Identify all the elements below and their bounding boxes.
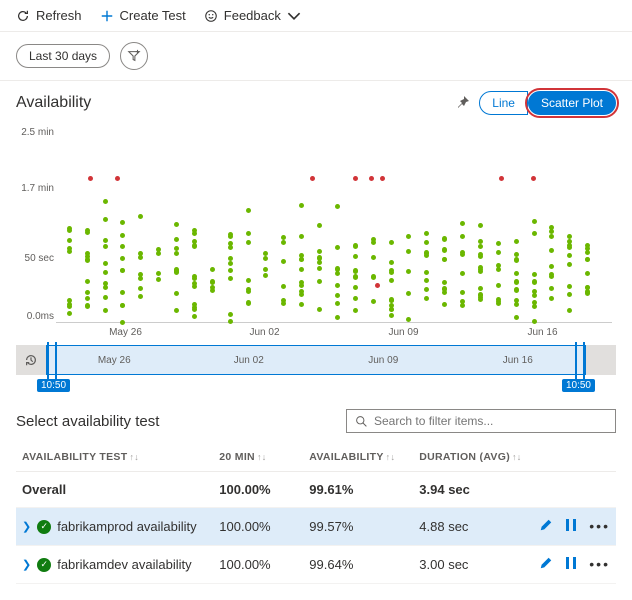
table-row[interactable]: ❯✓fabrikamprod availability100.00%99.57%… <box>16 508 616 546</box>
refresh-label: Refresh <box>36 8 82 23</box>
feedback-button[interactable]: Feedback <box>204 8 301 23</box>
filter-bar: Last 30 days <box>0 32 632 81</box>
availability-chart[interactable]: 2.5 min 1.7 min 50 sec 0.0ms <box>56 123 612 323</box>
more-button[interactable]: ••• <box>589 556 610 573</box>
tests-header: Select availability test <box>16 413 159 430</box>
status-ok-icon: ✓ <box>37 558 51 572</box>
brush-reset-button[interactable] <box>16 345 46 375</box>
create-test-button[interactable]: Create Test <box>100 8 186 23</box>
pause-icon <box>565 556 577 570</box>
y-tick: 1.7 min <box>16 183 54 194</box>
more-button[interactable]: ••• <box>589 518 610 535</box>
top-toolbar: Refresh Create Test Feedback <box>0 0 632 32</box>
y-tick: 2.5 min <box>16 127 54 138</box>
pin-button[interactable] <box>455 94 471 113</box>
smiley-icon <box>204 9 218 23</box>
expand-row-icon[interactable]: ❯ <box>22 558 31 571</box>
y-tick: 0.0ms <box>16 311 54 322</box>
col-avail: Availability↑↓ <box>303 443 413 472</box>
edit-button[interactable] <box>539 556 553 573</box>
history-icon <box>24 353 38 367</box>
search-box[interactable] <box>346 409 616 433</box>
table-row[interactable]: Overall100.00%99.61%3.94 sec <box>16 472 616 508</box>
filter-plus-icon <box>127 49 141 63</box>
brush-tick: Jun 16 <box>451 355 586 366</box>
refresh-button[interactable]: Refresh <box>16 8 82 23</box>
plus-icon <box>100 9 114 23</box>
brush-tick: Jun 02 <box>182 355 317 366</box>
brush-left-label: 10:50 <box>37 379 70 392</box>
chevron-down-icon <box>287 9 301 23</box>
pencil-icon <box>539 518 553 532</box>
x-tick: May 26 <box>56 327 195 338</box>
search-icon <box>355 415 368 428</box>
line-view-button[interactable]: Line <box>479 91 528 115</box>
availability-table: Availability Test↑↓ 20 Min↑↓ Availabilit… <box>16 443 616 584</box>
col-dur: Duration (Avg)↑↓ <box>413 443 533 472</box>
x-tick: Jun 02 <box>195 327 334 338</box>
pin-icon <box>455 94 471 110</box>
brush-tick: Jun 09 <box>316 355 451 366</box>
add-filter-button[interactable] <box>120 42 148 70</box>
time-brush[interactable]: May 26 Jun 02 Jun 09 Jun 16 10:50 10:50 <box>16 345 616 375</box>
create-label: Create Test <box>120 8 186 23</box>
pause-icon <box>565 518 577 532</box>
x-tick: Jun 09 <box>334 327 473 338</box>
col-test: Availability Test↑↓ <box>16 443 213 472</box>
brush-tick: May 26 <box>47 355 182 366</box>
pencil-icon <box>539 556 553 570</box>
pause-button[interactable] <box>565 556 577 573</box>
test-name-label: fabrikamdev availability <box>57 557 191 572</box>
pause-button[interactable] <box>565 518 577 535</box>
scatter-view-button[interactable]: Scatter Plot <box>528 91 616 115</box>
table-row[interactable]: ❯✓fabrikamdev availability100.00%99.64%3… <box>16 546 616 584</box>
col-20min: 20 Min↑↓ <box>213 443 303 472</box>
x-tick: Jun 16 <box>473 327 612 338</box>
feedback-label: Feedback <box>224 8 281 23</box>
y-tick: 50 sec <box>16 253 54 264</box>
x-axis: May 26 Jun 02 Jun 09 Jun 16 <box>56 323 612 343</box>
expand-row-icon[interactable]: ❯ <box>22 520 31 533</box>
edit-button[interactable] <box>539 518 553 535</box>
view-segment: Line Scatter Plot <box>479 91 616 115</box>
test-name-label: fabrikamprod availability <box>57 519 196 534</box>
search-input[interactable] <box>374 414 607 428</box>
time-range-pill[interactable]: Last 30 days <box>16 44 110 68</box>
status-ok-icon: ✓ <box>37 520 51 534</box>
section-title: Availability <box>16 94 91 112</box>
brush-track[interactable]: May 26 Jun 02 Jun 09 Jun 16 10:50 10:50 <box>46 345 586 375</box>
refresh-icon <box>16 9 30 23</box>
brush-right-handle[interactable] <box>586 345 616 375</box>
brush-right-label: 10:50 <box>562 379 595 392</box>
